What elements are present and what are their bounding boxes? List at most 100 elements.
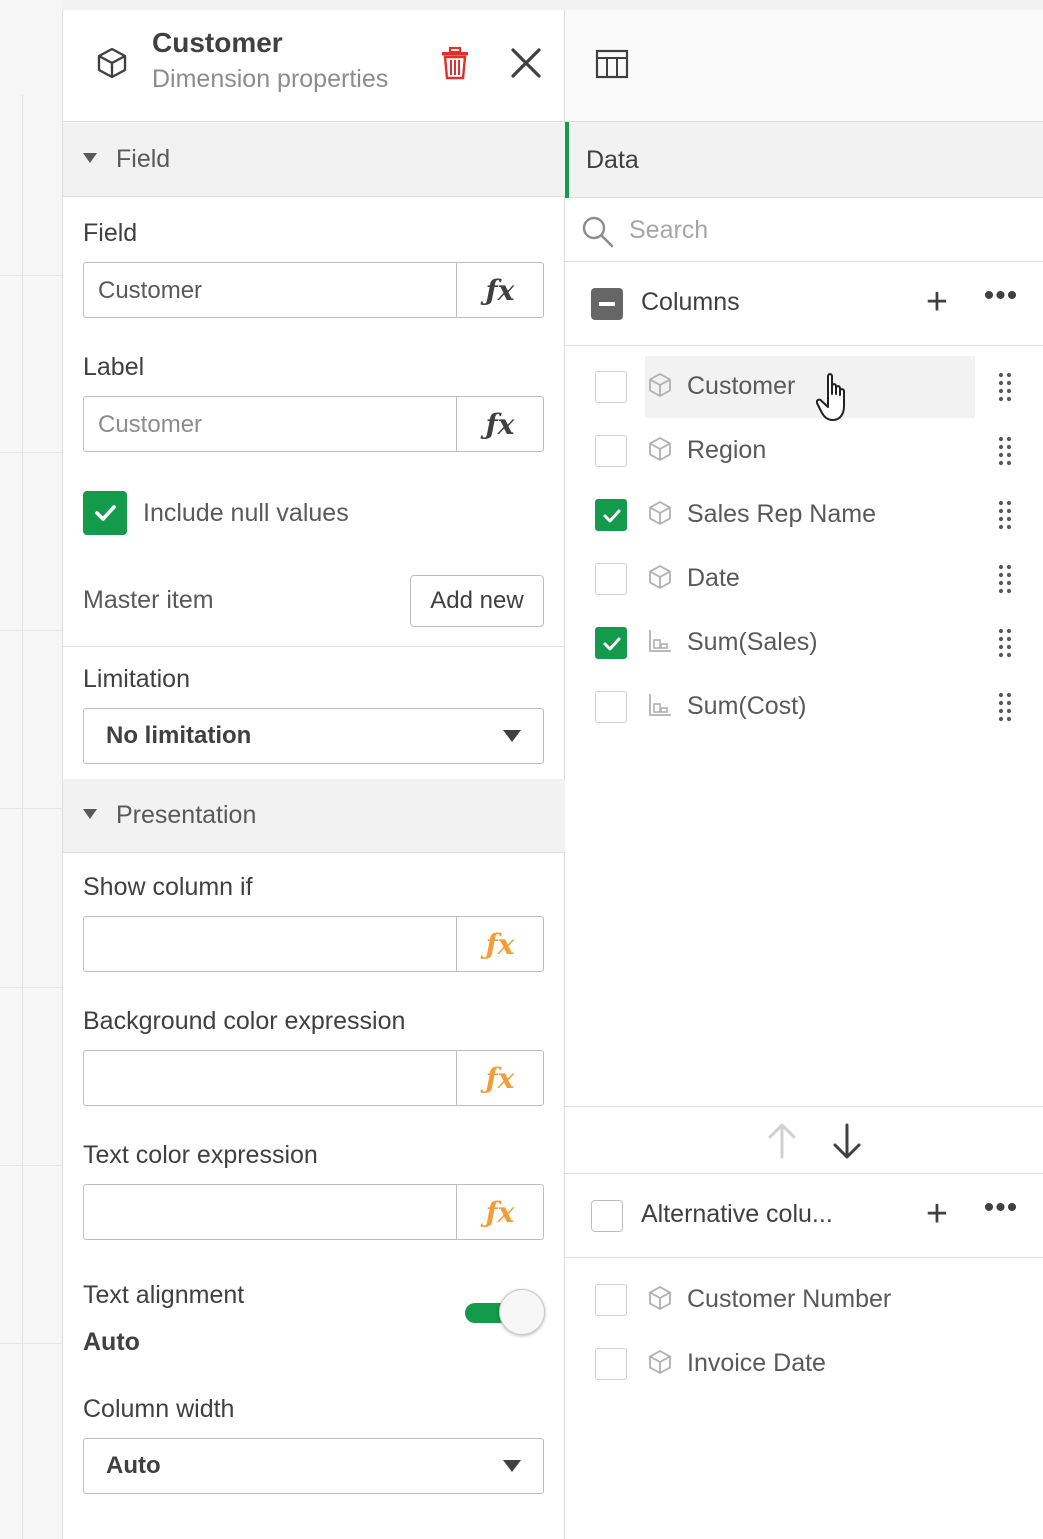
table-icon[interactable] bbox=[595, 48, 629, 80]
label-input[interactable]: Customer ƒx bbox=[83, 396, 544, 452]
column-name: Sum(Sales) bbox=[687, 628, 818, 656]
column-checkbox[interactable] bbox=[595, 1284, 627, 1316]
list-item[interactable]: Customer Number bbox=[565, 1268, 1043, 1332]
search-icon bbox=[582, 216, 614, 248]
drag-handle-icon[interactable] bbox=[995, 563, 1015, 595]
presentation-section-header[interactable]: Presentation bbox=[63, 779, 565, 853]
drag-handle-icon[interactable] bbox=[995, 371, 1015, 403]
alternative-columns-group-label: Alternative colu... bbox=[641, 1200, 833, 1228]
sheet-background bbox=[0, 0, 62, 1539]
list-item[interactable]: Date bbox=[565, 547, 1043, 611]
field-input[interactable]: Customer ƒx bbox=[83, 262, 544, 318]
column-checkbox[interactable] bbox=[595, 563, 627, 595]
alternative-columns-group-header: Alternative colu... + ••• bbox=[565, 1174, 1043, 1258]
list-item[interactable]: Customer bbox=[565, 355, 1043, 419]
column-name: Sum(Cost) bbox=[687, 692, 807, 720]
chevron-down-icon bbox=[503, 730, 521, 742]
dimension-icon bbox=[646, 1284, 674, 1312]
measure-icon bbox=[646, 691, 674, 719]
column-width-select-value: Auto bbox=[106, 1452, 161, 1479]
presentation-section-label: Presentation bbox=[116, 801, 257, 829]
search-placeholder: Search bbox=[629, 216, 709, 244]
list-item[interactable]: Invoice Date bbox=[565, 1332, 1043, 1396]
text-alignment-toggle[interactable] bbox=[465, 1288, 545, 1338]
column-checkbox[interactable] bbox=[595, 499, 627, 531]
bg-color-expression-button[interactable]: ƒx bbox=[456, 1051, 543, 1105]
collapse-triangle-icon bbox=[83, 153, 97, 163]
text-color-expression-button[interactable]: ƒx bbox=[456, 1185, 543, 1239]
dimension-icon bbox=[646, 435, 674, 463]
page-title: Customer bbox=[152, 27, 283, 58]
show-column-if-expression-button[interactable]: ƒx bbox=[456, 917, 543, 971]
columns-group-label: Columns bbox=[641, 288, 740, 316]
column-checkbox[interactable] bbox=[595, 435, 627, 467]
close-icon[interactable] bbox=[509, 46, 543, 80]
delete-trash-icon[interactable] bbox=[440, 46, 470, 80]
bg-color-expression-label: Background color expression bbox=[83, 1007, 406, 1035]
properties-header: Customer Dimension properties bbox=[63, 10, 565, 122]
data-panel-header bbox=[565, 10, 1043, 122]
master-item-label: Master item bbox=[83, 586, 214, 614]
dimension-icon bbox=[646, 499, 674, 527]
page-subtitle: Dimension properties bbox=[152, 65, 389, 93]
alternative-columns-checkbox[interactable] bbox=[591, 1200, 623, 1232]
column-width-select[interactable]: Auto bbox=[83, 1438, 544, 1494]
more-options-icon[interactable]: ••• bbox=[981, 1193, 1021, 1230]
checkmark-icon bbox=[95, 505, 116, 521]
bg-color-expression-input[interactable]: ƒx bbox=[83, 1050, 544, 1106]
dimension-icon bbox=[646, 371, 674, 399]
arrow-up-icon[interactable] bbox=[765, 1121, 799, 1161]
text-alignment-label: Text alignment bbox=[83, 1281, 245, 1309]
hand-cursor-icon bbox=[816, 373, 845, 421]
include-null-checkbox[interactable] bbox=[83, 491, 127, 535]
add-alternative-plus-icon[interactable]: + bbox=[921, 1195, 953, 1234]
add-new-button[interactable]: Add new bbox=[410, 575, 544, 627]
list-item[interactable]: Region bbox=[565, 419, 1043, 483]
columns-collapse-checkbox[interactable] bbox=[591, 288, 623, 320]
search-input[interactable]: Search bbox=[565, 198, 1043, 262]
tab-data[interactable]: Data bbox=[565, 122, 1043, 198]
divider bbox=[63, 646, 565, 647]
field-section-header[interactable]: Field bbox=[63, 123, 565, 197]
show-column-if-input[interactable]: ƒx bbox=[83, 916, 544, 972]
properties-panel: Customer Dimension properties Field Fiel… bbox=[62, 10, 565, 1539]
column-name: Customer bbox=[687, 372, 796, 400]
tab-data-label: Data bbox=[586, 146, 639, 174]
add-column-plus-icon[interactable]: + bbox=[921, 283, 953, 322]
drag-handle-icon[interactable] bbox=[995, 627, 1015, 659]
drag-handle-icon[interactable] bbox=[995, 435, 1015, 467]
chevron-down-icon bbox=[503, 1460, 521, 1472]
limitation-select-value: No limitation bbox=[106, 722, 252, 749]
include-null-label: Include null values bbox=[143, 499, 349, 527]
list-item[interactable]: Sum(Sales) bbox=[565, 611, 1043, 675]
list-item[interactable]: Sales Rep Name bbox=[565, 483, 1043, 547]
collapse-triangle-icon bbox=[83, 809, 97, 819]
top-background bbox=[0, 0, 1043, 10]
column-checkbox[interactable] bbox=[595, 1348, 627, 1380]
column-name: Date bbox=[687, 564, 740, 592]
column-name: Sales Rep Name bbox=[687, 500, 876, 528]
field-input-value: Customer bbox=[98, 277, 203, 304]
limitation-label: Limitation bbox=[83, 665, 190, 693]
columns-group-header: Columns + ••• bbox=[565, 262, 1043, 346]
arrow-down-icon[interactable] bbox=[830, 1121, 864, 1161]
more-options-icon[interactable]: ••• bbox=[981, 281, 1021, 318]
column-checkbox[interactable] bbox=[595, 691, 627, 723]
text-color-expression-input[interactable]: ƒx bbox=[83, 1184, 544, 1240]
field-section-label: Field bbox=[116, 145, 171, 173]
field-expression-button[interactable]: ƒx bbox=[456, 263, 543, 317]
drag-handle-icon[interactable] bbox=[995, 691, 1015, 723]
column-name: Invoice Date bbox=[687, 1349, 826, 1377]
move-arrows bbox=[565, 1106, 1043, 1174]
text-alignment-value: Auto bbox=[83, 1328, 140, 1356]
dimension-icon bbox=[646, 1348, 674, 1376]
list-item[interactable]: Sum(Cost) bbox=[565, 675, 1043, 739]
column-checkbox[interactable] bbox=[595, 627, 627, 659]
label-input-placeholder: Customer bbox=[98, 411, 203, 438]
data-panel: Data Search Columns + ••• Customer Region… bbox=[565, 10, 1043, 1539]
label-expression-button[interactable]: ƒx bbox=[456, 397, 543, 451]
column-checkbox[interactable] bbox=[595, 371, 627, 403]
limitation-select[interactable]: No limitation bbox=[83, 708, 544, 764]
drag-handle-icon[interactable] bbox=[995, 499, 1015, 531]
label-label: Label bbox=[83, 353, 145, 381]
